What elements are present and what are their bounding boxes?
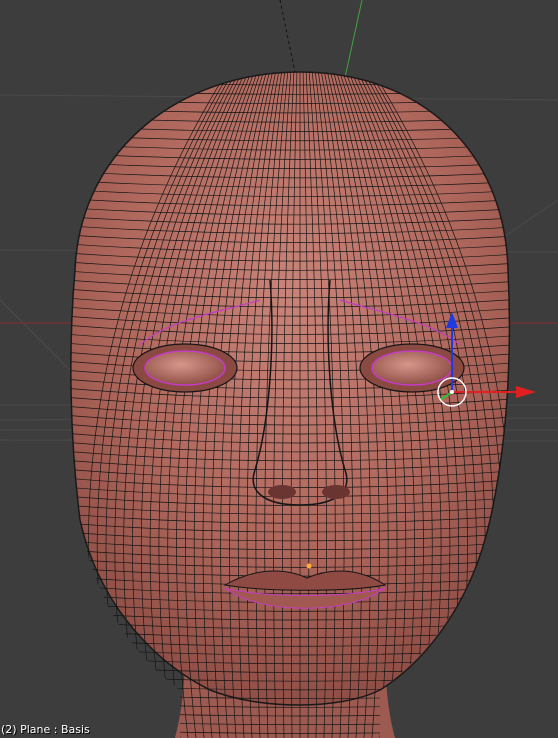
right-nostril <box>322 485 350 499</box>
left-nostril <box>268 485 296 499</box>
selected-vertex[interactable] <box>306 563 312 569</box>
gizmo-x-arrow-icon[interactable] <box>516 386 536 398</box>
gizmo-center[interactable] <box>450 390 454 394</box>
left-eye <box>144 350 226 386</box>
3d-viewport[interactable]: (2) Plane : Basis <box>0 0 558 738</box>
object-info-label: (2) Plane : Basis <box>1 723 90 736</box>
head-mesh[interactable] <box>70 71 511 706</box>
right-eye <box>371 350 453 386</box>
mesh-scene[interactable] <box>0 0 558 738</box>
